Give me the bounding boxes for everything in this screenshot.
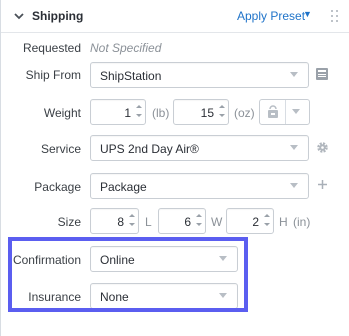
service-value: UPS 2nd Day Air® [100,142,199,156]
width-value: 6 [184,215,191,229]
width-unit: W [211,215,223,229]
confirmation-label: Confirmation [12,253,81,267]
package-value: Package [100,180,147,194]
size-length-input[interactable]: 8 [90,208,139,234]
scale-button[interactable] [259,99,310,125]
size-width-input[interactable]: 6 [158,208,206,234]
spinner-icon[interactable] [264,211,270,231]
caret-down-icon [290,145,298,150]
weight-lb-value: 1 [124,106,131,120]
shipping-panel: Shipping Apply Preset ▼ Requested Not Sp… [0,0,349,336]
length-value: 8 [117,215,124,229]
drag-handle-icon[interactable] [331,10,339,24]
caret-down-icon [219,256,227,261]
package-select[interactable]: Package [90,173,309,199]
ship-from-value: ShipStation [100,69,162,83]
service-select[interactable]: UPS 2nd Day Air® [90,135,309,161]
oz-unit: (oz) [234,106,255,120]
ship-from-select[interactable]: ShipStation [90,62,309,88]
scale-icon [268,105,278,118]
height-unit: H [279,215,288,229]
requested-value: Not Specified [90,41,162,55]
insurance-value: None [100,290,129,304]
service-label: Service [40,142,81,156]
package-label: Package [34,180,81,194]
address-book-icon[interactable] [315,67,329,81]
confirmation-select[interactable]: Online [90,246,238,272]
insurance-select[interactable]: None [90,283,238,309]
spinner-icon[interactable] [219,102,225,122]
weight-label: Weight [43,106,81,120]
caret-down-icon[interactable]: ▼ [303,9,312,19]
plus-icon[interactable] [317,179,328,190]
shipping-header: Shipping Apply Preset ▼ [1,0,349,33]
spinner-icon[interactable] [136,102,142,122]
caret-down-icon [292,109,300,114]
caret-down-icon [219,293,227,298]
confirmation-value: Online [100,253,135,267]
ship-from-label: Ship From [25,68,81,82]
caret-down-icon [290,183,298,188]
spinner-icon[interactable] [196,211,202,231]
apply-preset-button[interactable]: Apply Preset [237,9,305,23]
caret-down-icon [290,72,298,77]
length-unit: L [145,215,152,229]
size-height-input[interactable]: 2 [226,208,274,234]
lb-unit: (lb) [152,106,170,120]
size-units: (in) [293,215,311,229]
weight-lb-input[interactable]: 1 [90,99,146,125]
insurance-label: Insurance [28,290,81,304]
height-value: 2 [252,215,259,229]
section-title: Shipping [32,9,84,23]
weight-oz-input[interactable]: 15 [173,99,229,125]
spinner-icon[interactable] [129,211,135,231]
size-label: Size [57,215,81,229]
weight-oz-value: 15 [200,106,214,120]
requested-label: Requested [22,41,81,55]
chevron-down-icon[interactable] [13,10,25,22]
gear-icon[interactable] [316,141,329,154]
